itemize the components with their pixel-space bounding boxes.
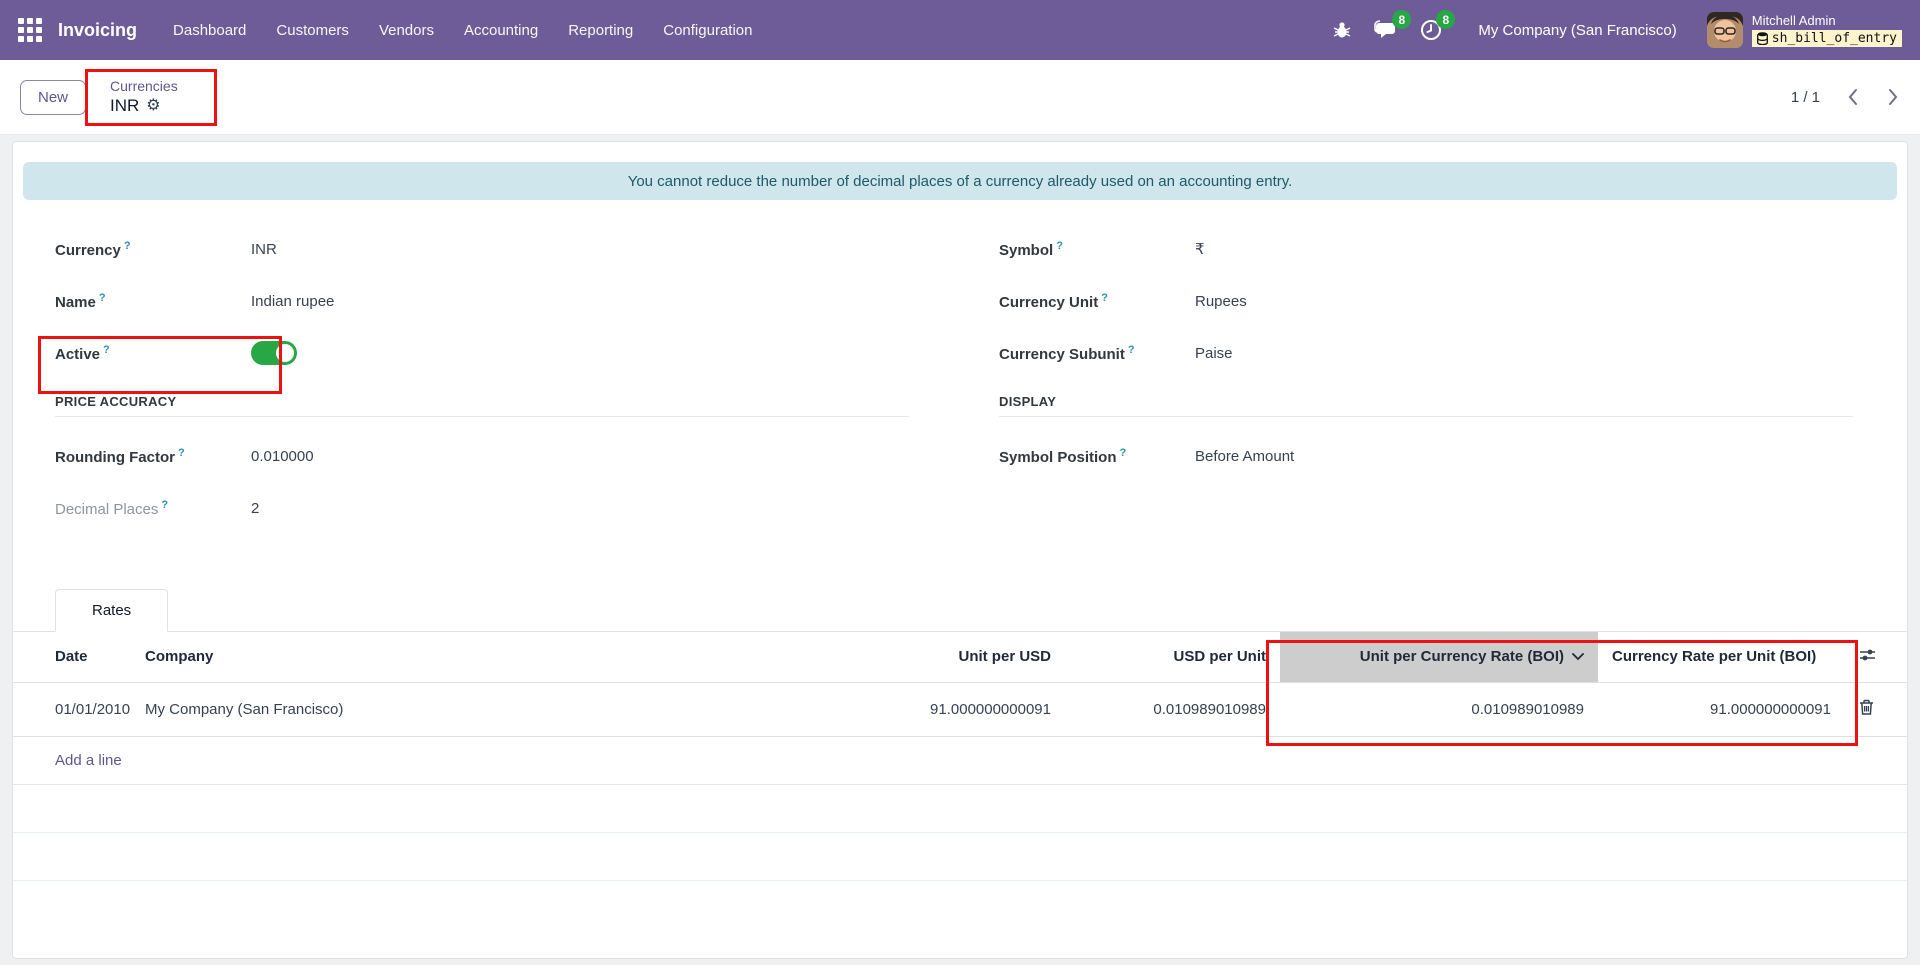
rate-unit-per-currency-rate-cell[interactable]: 0.010989010989 (1280, 682, 1598, 736)
column-header-unit-per-usd[interactable]: Unit per USD (840, 632, 1065, 682)
info-banner: You cannot reduce the number of decimal … (23, 162, 1897, 200)
column-header-currency-rate-per-unit[interactable]: Currency Rate per Unit (BOI) (1598, 632, 1845, 682)
name-field[interactable]: Indian rupee (251, 293, 334, 310)
chevron-down-icon (1572, 653, 1584, 661)
rates-table: Date Company Unit per USD USD per Unit U… (13, 632, 1907, 737)
name-label: Name? (55, 292, 251, 311)
active-toggle[interactable] (251, 341, 297, 365)
pager-next-icon[interactable] (1886, 87, 1900, 107)
currency-subunit-field[interactable]: Paise (1195, 345, 1233, 362)
rate-row: 01/01/2010 My Company (San Francisco) 91… (13, 682, 1907, 736)
column-header-date[interactable]: Date (13, 632, 131, 682)
empty-table-row (13, 785, 1907, 833)
currency-unit-field[interactable]: Rupees (1195, 293, 1247, 310)
help-icon[interactable]: ? (124, 240, 131, 252)
new-button[interactable]: New (20, 80, 86, 115)
price-accuracy-section-title: PRICE ACCURACY (55, 394, 909, 409)
column-header-usd-per-unit[interactable]: USD per Unit (1065, 632, 1280, 682)
display-section-title: DISPLAY (999, 394, 1853, 409)
currency-field-row: Currency? INR (55, 234, 909, 264)
top-navbar: Invoicing Dashboard Customers Vendors Ac… (0, 0, 1920, 60)
pager-count: 1 / 1 (1791, 89, 1820, 106)
messages-icon[interactable]: 8 (1374, 19, 1398, 41)
activities-badge: 8 (1436, 10, 1455, 29)
app-name[interactable]: Invoicing (58, 20, 137, 41)
name-field-row: Name? Indian rupee (55, 286, 909, 316)
messages-badge: 8 (1392, 10, 1411, 29)
rate-usd-per-unit-cell[interactable]: 0.010989010989 (1065, 682, 1280, 736)
breadcrumb-record-name: INR (110, 95, 139, 116)
rounding-factor-field[interactable]: 0.010000 (251, 448, 314, 465)
database-badge: sh_bill_of_entry (1752, 30, 1902, 48)
active-label: Active? (55, 344, 251, 363)
add-a-line-link[interactable]: Add a line (55, 752, 122, 769)
menu-customers[interactable]: Customers (276, 22, 349, 39)
menu-dashboard[interactable]: Dashboard (173, 22, 246, 39)
menu-configuration[interactable]: Configuration (663, 22, 752, 39)
help-icon[interactable]: ? (161, 499, 168, 511)
debug-bug-icon[interactable] (1332, 20, 1352, 40)
notebook: Rates Date Company Unit per USD USD per … (13, 589, 1907, 881)
symbol-position-field[interactable]: Before Amount (1195, 448, 1294, 465)
form-left-column: Currency? INR Name? Indian rupee Active? (55, 234, 909, 545)
currency-subunit-field-row: Currency Subunit? Paise (999, 338, 1853, 368)
symbol-field-row: Symbol? ₹ (999, 234, 1853, 264)
currency-unit-label: Currency Unit? (999, 292, 1195, 311)
form-right-column: Symbol? ₹ Currency Unit? Rupees Currency… (999, 234, 1853, 545)
activities-clock-icon[interactable]: 8 (1420, 19, 1442, 41)
rate-date-cell[interactable]: 01/01/2010 (13, 682, 131, 736)
help-icon[interactable]: ? (99, 292, 106, 304)
rate-unit-per-usd-cell[interactable]: 91.000000000091 (840, 682, 1065, 736)
apps-menu-icon[interactable] (18, 18, 42, 42)
column-header-company[interactable]: Company (131, 632, 840, 682)
symbol-label: Symbol? (999, 240, 1195, 259)
form-sheet: You cannot reduce the number of decimal … (12, 141, 1908, 959)
active-field-row: Active? (55, 338, 909, 368)
add-line-row: Add a line (13, 737, 1907, 785)
company-switcher[interactable]: My Company (San Francisco) (1478, 22, 1676, 39)
help-icon[interactable]: ? (1101, 292, 1108, 304)
rounding-factor-field-row: Rounding Factor? 0.010000 (55, 441, 909, 471)
user-menu[interactable]: Mitchell Admin sh_bill_of_entry (1707, 12, 1902, 48)
column-options-sliders-icon[interactable] (1859, 647, 1876, 663)
section-divider (55, 416, 909, 417)
pager-previous-icon[interactable] (1846, 87, 1860, 107)
tab-rates[interactable]: Rates (55, 589, 168, 632)
symbol-position-label: Symbol Position? (999, 447, 1195, 466)
help-icon[interactable]: ? (103, 344, 110, 356)
decimal-places-label: Decimal Places? (55, 499, 251, 518)
gear-icon[interactable]: ⚙ (146, 96, 160, 116)
rate-currency-rate-per-unit-cell[interactable]: 91.000000000091 (1598, 682, 1845, 736)
help-icon[interactable]: ? (1120, 447, 1127, 459)
control-panel: New Currencies INR ⚙ 1 / 1 (0, 60, 1920, 135)
database-icon (1757, 32, 1768, 45)
column-header-unit-per-currency-rate[interactable]: Unit per Currency Rate (BOI) (1280, 632, 1598, 682)
symbol-field[interactable]: ₹ (1195, 240, 1205, 258)
help-icon[interactable]: ? (1056, 240, 1063, 252)
user-avatar (1707, 12, 1743, 48)
rounding-factor-label: Rounding Factor? (55, 447, 251, 466)
rates-header-row: Date Company Unit per USD USD per Unit U… (13, 632, 1907, 682)
delete-row-trash-icon[interactable] (1859, 699, 1874, 716)
menu-accounting[interactable]: Accounting (464, 22, 538, 39)
rate-company-cell[interactable]: My Company (San Francisco) (131, 682, 840, 736)
currency-label: Currency? (55, 240, 251, 259)
optional-columns-header (1845, 632, 1907, 682)
menu-reporting[interactable]: Reporting (568, 22, 633, 39)
currency-unit-field-row: Currency Unit? Rupees (999, 286, 1853, 316)
symbol-position-field-row: Symbol Position? Before Amount (999, 441, 1853, 471)
user-name: Mitchell Admin (1752, 13, 1902, 29)
decimal-places-field: 2 (251, 500, 259, 517)
section-divider (999, 416, 1853, 417)
decimal-places-field-row: Decimal Places? 2 (55, 493, 909, 523)
currency-field[interactable]: INR (251, 241, 277, 258)
breadcrumb: Currencies INR ⚙ (110, 78, 178, 117)
help-icon[interactable]: ? (1128, 344, 1135, 356)
database-name: sh_bill_of_entry (1772, 31, 1897, 47)
help-icon[interactable]: ? (178, 447, 185, 459)
empty-table-row (13, 833, 1907, 881)
breadcrumb-currencies-link[interactable]: Currencies (110, 78, 178, 96)
currency-subunit-label: Currency Subunit? (999, 344, 1195, 363)
menu-vendors[interactable]: Vendors (379, 22, 434, 39)
